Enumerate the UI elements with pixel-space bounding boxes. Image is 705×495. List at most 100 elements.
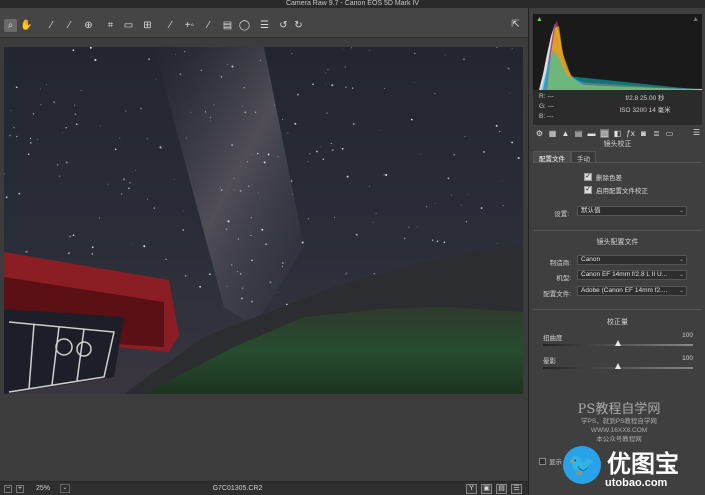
red-eye-icon[interactable]: +◦ xyxy=(183,19,196,32)
model-label: 机型: xyxy=(556,275,571,282)
profile-label: 配置文件: xyxy=(543,291,571,298)
enable-profile-row[interactable]: ✓ 启用配置文件校正 xyxy=(584,185,648,195)
snapshots-tab-icon[interactable]: ▭ xyxy=(665,129,674,138)
split-tone-tab-icon[interactable]: ▬ xyxy=(587,129,596,138)
spot-removal-icon[interactable]: ⁄ xyxy=(164,19,177,32)
setup-select[interactable]: 默认值 ⌄ xyxy=(577,206,687,216)
camera-calibration-tab-icon[interactable]: ◙ xyxy=(639,129,648,138)
r-value: --- xyxy=(547,93,554,100)
amount-section-title: 校正量 xyxy=(607,319,628,326)
make-select[interactable]: Canon ⌄ xyxy=(577,255,687,265)
window-title: Camera Raw 9.7 - Canon EOS 5D Mark IV xyxy=(0,0,705,8)
enable-profile-checkbox[interactable]: ✓ xyxy=(584,186,592,194)
remove-ca-row[interactable]: ✓ 删除色差 xyxy=(584,172,622,182)
view-mode-button[interactable]: ▣ xyxy=(481,484,492,494)
distortion-slider-handle[interactable] xyxy=(615,340,621,346)
crop-icon[interactable]: ⌗ xyxy=(104,19,117,32)
straighten-icon[interactable]: ▭ xyxy=(122,19,135,32)
view-swap-button[interactable]: ▤ xyxy=(496,484,507,494)
show-checkbox[interactable] xyxy=(539,457,546,465)
remove-ca-label: 删除色差 xyxy=(596,175,622,182)
brush-icon[interactable]: ⁄ xyxy=(202,19,215,32)
watermark: PS教程自学网 学PS，就到PS教程自学网 WWW.16XX8.COM 本公众号… xyxy=(539,398,699,444)
rotate-left-icon[interactable]: ↺ xyxy=(277,19,290,32)
bird-icon: 🐦 xyxy=(563,446,601,484)
tab-profile[interactable]: 配置文件 xyxy=(533,151,571,163)
divider xyxy=(533,230,702,231)
detail-tab-icon[interactable]: ▲ xyxy=(561,129,570,138)
highlight-clipping-icon[interactable]: ▲ xyxy=(692,16,699,23)
chevron-down-icon: ⌄ xyxy=(678,288,684,294)
effects-tab-icon[interactable]: ƒx xyxy=(626,129,635,138)
target-adjust-icon[interactable]: ⊕ xyxy=(82,19,95,32)
vignetting-slider-row: 晕影 100 xyxy=(543,355,693,373)
make-value: Canon xyxy=(581,256,601,263)
fullscreen-icon[interactable]: ⇱ xyxy=(509,19,522,32)
chevron-down-icon: ⌄ xyxy=(678,208,684,214)
tab-manual[interactable]: 手动 xyxy=(571,151,596,163)
distortion-slider-row: 扭曲度 100 xyxy=(543,332,693,350)
enable-profile-label: 启用配置文件校正 xyxy=(596,188,648,195)
model-select[interactable]: Canon EF 14mm f/2.8 L II U... ⌄ xyxy=(577,270,687,280)
color-sampler-icon[interactable]: ⁄ xyxy=(63,19,76,32)
radial-filter-icon[interactable]: ◯ xyxy=(238,19,251,32)
transform-tab-icon[interactable]: ◧ xyxy=(613,129,622,138)
hand-icon[interactable]: ✋ xyxy=(20,19,33,32)
lens-tab-icon[interactable]: ▥ xyxy=(600,128,609,138)
section-title: 镜头校正 xyxy=(603,141,632,148)
presets-tab-icon[interactable]: ≣ xyxy=(652,129,661,138)
list-icon[interactable]: ☰ xyxy=(258,19,271,32)
file-name: G7C01305.CR2 xyxy=(212,485,263,492)
profile-section-title: 镜头配置文件 xyxy=(596,239,639,246)
view-settings-icon[interactable]: ☰ xyxy=(511,484,522,494)
shadow-clipping-icon[interactable]: ▲ xyxy=(536,16,543,23)
watermark-line: 学PS，就到PS教程自学网 xyxy=(581,418,657,425)
setup-value: 默认值 xyxy=(581,207,601,214)
g-label: G: xyxy=(539,103,546,110)
vignetting-value[interactable]: 100 xyxy=(682,355,693,362)
eyedropper-icon[interactable]: ⁄ xyxy=(45,19,58,32)
lens-subtabs: 配置文件 手动 xyxy=(533,151,596,163)
panel-tabs: ⚙ ▦ ▲ ▤ ▬ ▥ ◧ ƒx ◙ ≣ ▭ xyxy=(529,126,705,140)
panel-menu-icon[interactable]: ☰ xyxy=(693,128,700,137)
model-value: Canon EF 14mm f/2.8 L II U... xyxy=(581,271,668,278)
vignetting-slider-handle[interactable] xyxy=(615,363,621,369)
camera-readout: R: --- G: --- B: --- f/2.8 25.00 秒 ISO 3… xyxy=(533,90,702,125)
watermark-line: 本公众号教程网 xyxy=(596,436,642,443)
aperture-shutter: f/2.8 25.00 秒 xyxy=(625,95,665,102)
rotate-right-icon[interactable]: ↻ xyxy=(292,19,305,32)
g-value: --- xyxy=(547,103,555,110)
graduated-filter-icon[interactable]: ▤ xyxy=(221,19,234,32)
status-bar: − + 25% ⌄ G7C01305.CR2 Y ▣ ▤ ☰ xyxy=(0,481,528,495)
basic-tab-icon[interactable]: ⚙ xyxy=(535,129,544,138)
profile-value: Adobe (Canon EF 14mm f2.... xyxy=(581,287,668,294)
zoom-icon[interactable]: ⌕ xyxy=(4,19,17,32)
histogram: ▲ ▲ xyxy=(533,14,702,90)
watermark-url: WWW.16XX8.COM xyxy=(590,427,648,434)
r-label: R: xyxy=(539,93,546,100)
divider xyxy=(533,162,702,163)
profile-select[interactable]: Adobe (Canon EF 14mm f2.... ⌄ xyxy=(577,286,687,296)
setup-label: 设置: xyxy=(554,211,569,218)
toolbar: ⇱ ⌕ ✋ ⁄ ⁄ ⊕ ⌗ ▭ ⊞ ⁄ +◦ ⁄ ▤ ◯ ☰ ↺ ↻ xyxy=(0,8,528,38)
iso-focal: ISO 3200 14 毫米 xyxy=(619,107,671,114)
adjustment-panel: ▲ ▲ R: --- G: --- B: --- f/2.8 25.00 秒 I… xyxy=(528,8,705,495)
chevron-down-icon: ⌄ xyxy=(678,272,684,278)
hsl-tab-icon[interactable]: ▤ xyxy=(574,129,583,138)
distortion-value[interactable]: 100 xyxy=(682,332,693,339)
preview-image[interactable] xyxy=(4,47,523,394)
tone-curve-tab-icon[interactable]: ▦ xyxy=(548,129,557,138)
transform-icon[interactable]: ⊞ xyxy=(141,19,154,32)
make-label: 制造商: xyxy=(549,260,571,267)
view-toggle-y-button[interactable]: Y xyxy=(466,484,477,494)
logo-brand: 优图宝 xyxy=(607,450,679,478)
distortion-label: 扭曲度 xyxy=(543,335,563,342)
b-value: --- xyxy=(546,113,554,120)
site-logo: 🐦 优图宝 utobao.com xyxy=(557,444,705,492)
remove-ca-checkbox[interactable]: ✓ xyxy=(584,173,592,181)
divider xyxy=(533,309,702,310)
chevron-down-icon: ⌄ xyxy=(678,257,684,263)
watermark-title: PS教程自学网 xyxy=(577,402,661,417)
vignetting-label: 晕影 xyxy=(543,358,556,365)
b-label: B: xyxy=(539,113,546,120)
